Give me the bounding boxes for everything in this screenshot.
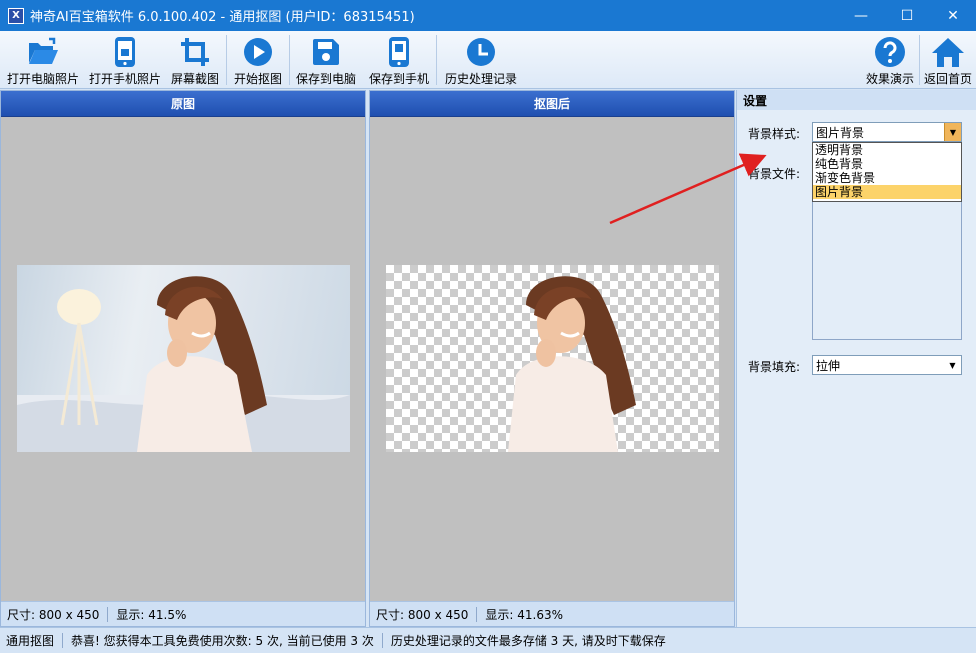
status-usage: 恭喜! 您获得本工具免费使用次数: 5 次, 当前已使用 3 次: [71, 634, 374, 648]
bg-style-dropdown: 透明背景 纯色背景 渐变色背景 图片背景: [812, 142, 962, 202]
result-status-bar: 尺寸: 800 x 450 显示: 41.63%: [370, 601, 734, 626]
toolbar: 打开电脑照片 打开手机照片 屏幕截图 开始抠图 保存到电脑 保存到手机 历史处理…: [0, 31, 976, 89]
home-button[interactable]: 返回首页: [920, 31, 976, 89]
result-display-text: 显示: 41.63%: [485, 607, 564, 622]
bg-fill-label: 背景填充:: [748, 360, 801, 374]
bg-style-option-selected[interactable]: 图片背景: [813, 185, 961, 199]
bg-fill-value: 拉伸: [816, 358, 841, 373]
result-size-text: 尺寸: 800 x 450: [376, 607, 469, 622]
save-to-pc-label: 保存到电脑: [295, 72, 356, 86]
original-size-text: 尺寸: 800 x 450: [7, 607, 100, 622]
home-label: 返回首页: [923, 72, 972, 86]
history-button[interactable]: 历史处理记录: [437, 31, 525, 89]
phone-icon: [108, 35, 142, 69]
save-to-pc-button[interactable]: 保存到电脑: [290, 31, 362, 89]
status-bar: 通用抠图 恭喜! 您获得本工具免费使用次数: 5 次, 当前已使用 3 次 历史…: [0, 627, 976, 653]
save-to-phone-button[interactable]: 保存到手机: [362, 31, 436, 89]
demo-label: 效果演示: [865, 72, 914, 86]
open-pc-photo-button[interactable]: 打开电脑照片: [0, 31, 86, 89]
demo-button[interactable]: 效果演示: [861, 31, 919, 89]
folder-open-icon: [26, 35, 60, 69]
title-bar: X 神奇AI百宝箱软件 6.0.100.402 - 通用抠图 (用户ID：683…: [0, 0, 976, 31]
bg-style-select[interactable]: 图片背景 ▼: [812, 122, 962, 142]
clock-icon: [464, 35, 498, 69]
history-label: 历史处理记录: [444, 72, 517, 86]
help-icon: [873, 35, 907, 69]
bg-file-label: 背景文件:: [748, 167, 801, 181]
maximize-button[interactable]: ☐: [884, 0, 930, 31]
bg-style-label: 背景样式:: [748, 127, 801, 141]
settings-header: 设置: [737, 90, 976, 110]
play-icon: [241, 35, 275, 69]
home-icon: [931, 35, 965, 69]
open-phone-photo-button[interactable]: 打开手机照片: [86, 31, 164, 89]
status-history-note: 历史处理记录的文件最多存储 3 天, 请及时下载保存: [390, 634, 666, 648]
crop-icon: [178, 35, 212, 69]
open-phone-photo-label: 打开手机照片: [88, 72, 161, 86]
bg-fill-select[interactable]: 拉伸 ▼: [812, 355, 962, 375]
bg-style-option[interactable]: 透明背景: [813, 143, 961, 157]
original-panel-title: 原图: [1, 91, 365, 117]
minimize-button[interactable]: —: [838, 0, 884, 31]
start-cutout-button[interactable]: 开始抠图: [227, 31, 289, 89]
result-panel-title: 抠图后: [370, 91, 734, 117]
app-logo-icon: X: [8, 7, 24, 24]
original-status-bar: 尺寸: 800 x 450 显示: 41.5%: [1, 601, 365, 626]
chevron-down-icon[interactable]: ▼: [944, 123, 961, 141]
status-mode: 通用抠图: [6, 634, 55, 648]
original-photo: [17, 265, 350, 452]
result-photo: [386, 265, 719, 452]
original-image-panel: 原图 尺寸: 800 x 450 显示: 41.5%: [0, 90, 366, 627]
bg-style-option[interactable]: 纯色背景: [813, 157, 961, 171]
bg-style-value: 图片背景: [816, 125, 865, 140]
chevron-down-icon[interactable]: ▼: [944, 356, 961, 374]
bg-style-option[interactable]: 渐变色背景: [813, 171, 961, 185]
result-image-panel: 抠图后 尺寸: 800 x 450 显示: 41.63%: [369, 90, 735, 627]
save-to-phone-label: 保存到手机: [368, 72, 429, 86]
window-title: 神奇AI百宝箱软件 6.0.100.402 - 通用抠图 (用户ID：68315…: [30, 10, 415, 25]
save-disk-icon: [309, 35, 343, 69]
open-pc-photo-label: 打开电脑照片: [6, 72, 79, 86]
phone-save-icon: [382, 35, 416, 69]
start-cutout-label: 开始抠图: [233, 72, 282, 86]
screenshot-label: 屏幕截图: [170, 72, 219, 86]
original-display-text: 显示: 41.5%: [116, 607, 187, 622]
screenshot-button[interactable]: 屏幕截图: [164, 31, 226, 89]
close-button[interactable]: ✕: [930, 0, 976, 31]
